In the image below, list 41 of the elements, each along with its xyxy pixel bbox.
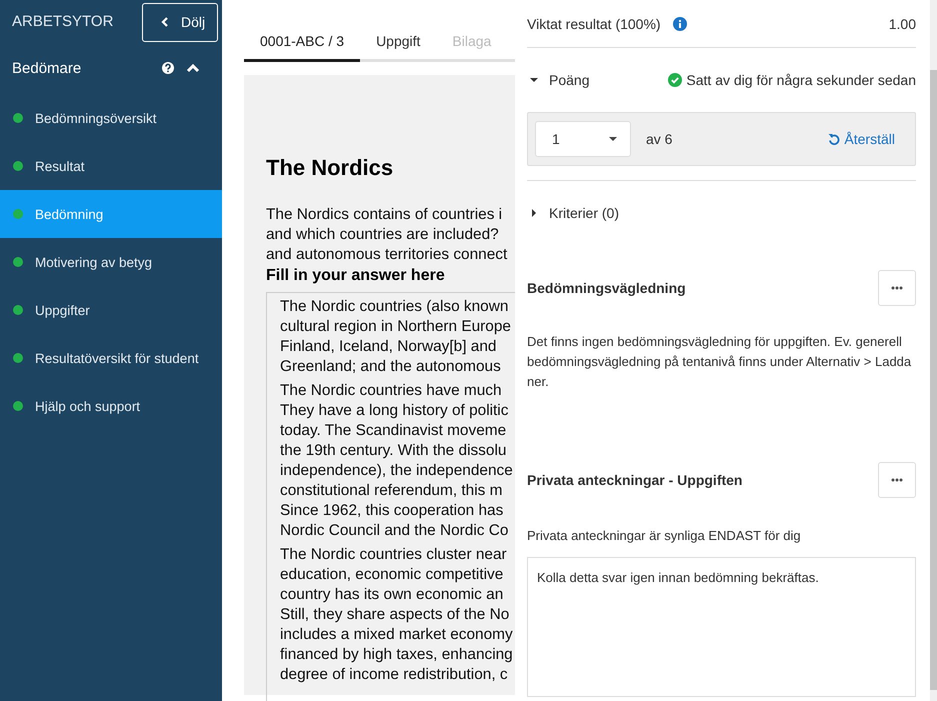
nav-item[interactable]: Motivering av betyg — [0, 238, 222, 286]
paragraph: The Nordic countries have much They have a long history of politic today. The Scandinavist moveme the 19th century. With the dissolu independence), the independence constitutional referendum, this m Since 1962, this cooperation has Nordic Council and the Nordic Co — [280, 381, 514, 541]
check-circle-icon — [668, 73, 682, 87]
chevron-up-icon[interactable] — [186, 63, 200, 73]
label: Viktat resultat (100%) — [527, 16, 661, 32]
answer-label: Fill in your answer here — [266, 266, 446, 286]
tab[interactable]: Uppgift — [360, 24, 436, 62]
caret-down-icon — [608, 136, 618, 142]
points-select[interactable]: 1 — [535, 121, 631, 157]
section-title: Privata anteckningar - Uppgiften — [527, 472, 742, 488]
reset-link[interactable]: Återställ — [828, 131, 895, 147]
max-points: av 6 — [646, 131, 672, 147]
nav-item[interactable]: Bedömningsöversikt — [0, 94, 222, 142]
notes-field[interactable]: Kolla detta svar igen innan bedömning bekräftas. — [527, 557, 916, 697]
document-title: The Nordics — [266, 155, 394, 181]
ellipsis-icon — [891, 478, 903, 482]
nav-item[interactable]: Uppgifter — [0, 286, 222, 334]
status-text: Satt av dig för några sekunder sedan — [686, 72, 916, 88]
section-title: Bedömningsvägledning — [527, 280, 686, 296]
nav-item[interactable]: Resultat — [0, 142, 222, 190]
section-toggle[interactable]: Poäng — [527, 72, 590, 88]
guidance-text: Det finns ingen bedömningsvägledning för uppgiften. Ev. generell bedömningsvägledning på tentanivå finns under Alternativ > Ladda ner. — [527, 333, 912, 391]
paragraph: The Nordic countries (also known cultural region in Northern Europe Finland, Iceland, Norway[b] and Greenland; and the autonomous — [280, 297, 512, 377]
nav-item[interactable]: Resultatöversikt för student — [0, 334, 222, 382]
paragraph: The Nordics contains of countries i and which countries are included? and autonomous territories connect — [266, 205, 508, 265]
hide-button[interactable]: Dölj — [142, 2, 218, 42]
section-title: Bedömare — [12, 60, 82, 76]
section-toggle[interactable]: Kriterier (0) — [527, 205, 620, 221]
info-icon — [672, 16, 687, 30]
notes-hint: Privata anteckningar är synliga ENDAST för dig — [527, 528, 802, 543]
chevron-left-icon — [161, 16, 169, 28]
nav-item[interactable]: Hjälp och support — [0, 382, 222, 430]
undo-icon — [828, 133, 840, 145]
more-button[interactable] — [878, 270, 916, 306]
ellipsis-icon — [891, 286, 903, 290]
tab[interactable]: 0001-ABC / 3 — [244, 24, 360, 62]
sidebar-title: ARBETSYTOR — [12, 12, 114, 30]
value: 1.00 — [888, 16, 916, 32]
more-button[interactable] — [878, 462, 916, 498]
paragraph: The Nordic countries cluster near education, economic competitive country has its own economic an Still, they share aspects of the No includes a mixed market economy financed by high taxes, enhancing degree of income redistribution, c — [280, 545, 514, 685]
help-icon — [162, 62, 174, 74]
